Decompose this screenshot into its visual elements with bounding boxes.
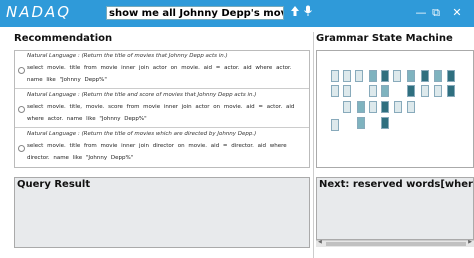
state-node — [331, 119, 339, 131]
state-node — [331, 70, 339, 82]
recommendation-item[interactable]: Natural Language : (Return the title of … — [15, 51, 309, 89]
search-input[interactable]: show me all Johnny Depp's movies. — [106, 6, 284, 20]
state-node — [343, 70, 351, 82]
horizontal-scrollbar[interactable]: ◀ ▶ — [316, 239, 474, 247]
state-node — [434, 70, 442, 82]
scrollbar-thumb[interactable] — [326, 242, 466, 246]
app-logo: NADAQ — [6, 3, 72, 21]
recommendation-list: Natural Language : (Return the title of … — [14, 50, 310, 168]
recommendation-radio[interactable] — [18, 106, 25, 113]
state-node — [407, 101, 415, 113]
sql-text: select movie. title from movie inner joi… — [27, 143, 287, 161]
recommendation-radio[interactable] — [18, 67, 25, 74]
state-node — [357, 117, 365, 129]
state-node — [355, 70, 363, 82]
upload-icon[interactable] — [289, 5, 301, 21]
query-result-panel: Query Result — [14, 177, 310, 248]
state-node — [393, 70, 401, 82]
state-node — [381, 101, 389, 113]
sql-text: select movie. title, movie. score from m… — [27, 104, 295, 122]
recommendation-title: Recommendation — [14, 33, 113, 44]
state-node — [343, 101, 351, 113]
recommendation-item[interactable]: Natural Language : (Return the title of … — [15, 129, 309, 167]
state-node — [343, 85, 351, 97]
minimize-icon[interactable]: — — [415, 6, 427, 20]
state-node — [331, 85, 339, 97]
query-result-title: Query Result — [17, 179, 91, 190]
state-node — [394, 101, 402, 113]
state-node — [421, 85, 429, 97]
state-node — [407, 70, 415, 82]
grammar-state-machine[interactable] — [316, 50, 474, 168]
state-node — [381, 117, 389, 129]
state-node — [447, 70, 455, 82]
next-panel: Next: reserved words[where inner — [316, 177, 474, 240]
pane-divider[interactable] — [313, 32, 314, 258]
restore-icon[interactable]: ⧉ — [430, 6, 442, 20]
next-title: Next: reserved words[where inner — [319, 179, 474, 190]
state-node — [357, 101, 365, 113]
state-node — [381, 70, 389, 82]
state-node — [369, 70, 377, 82]
natural-language-text: Natural Language : (Return the title of … — [27, 131, 257, 137]
microphone-icon[interactable] — [302, 5, 314, 21]
natural-language-text: Natural Language : (Return the title and… — [27, 92, 257, 98]
state-node — [447, 85, 455, 97]
grammar-state-machine-title: Grammar State Machine — [316, 33, 453, 44]
sql-text: select movie. title from movie inner joi… — [27, 65, 292, 83]
recommendation-item[interactable]: Natural Language : (Return the title and… — [15, 90, 309, 128]
state-node — [407, 85, 415, 97]
close-icon[interactable]: ✕ — [451, 6, 463, 20]
title-bar: NADAQ show me all Johnny Depp's movies. … — [0, 0, 474, 27]
recommendation-radio[interactable] — [18, 145, 25, 152]
state-node — [369, 101, 377, 113]
natural-language-text: Natural Language : (Return the title of … — [27, 53, 228, 59]
state-node — [421, 70, 429, 82]
state-node — [369, 85, 377, 97]
state-node — [434, 85, 442, 97]
state-node — [381, 85, 389, 97]
